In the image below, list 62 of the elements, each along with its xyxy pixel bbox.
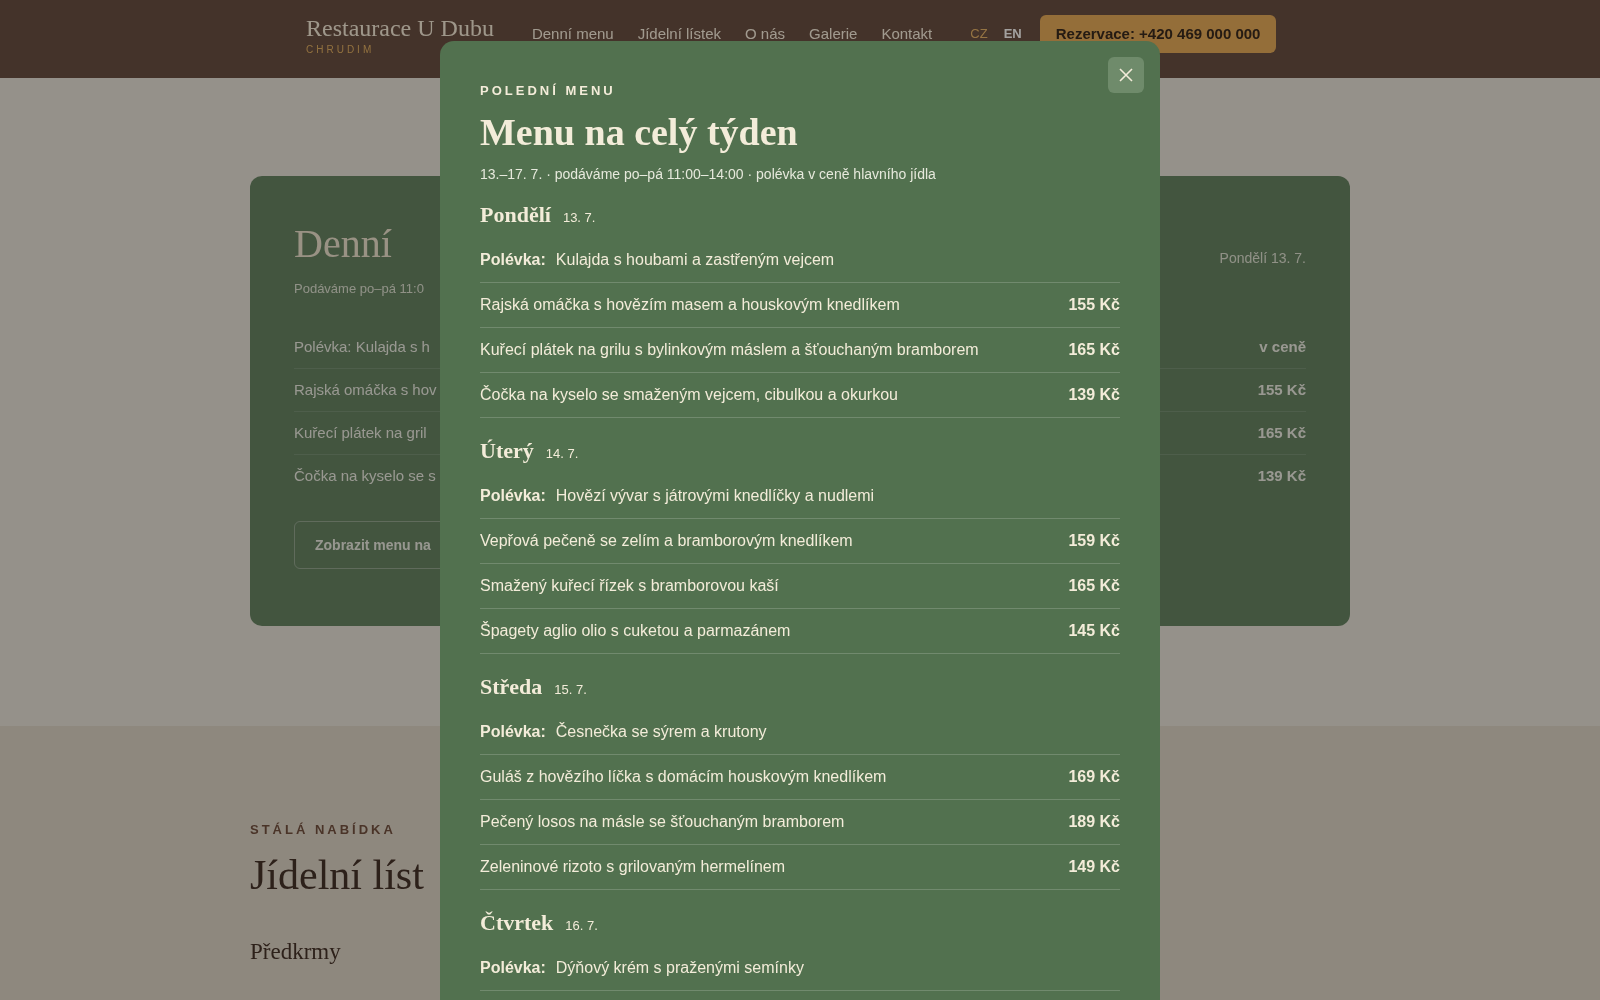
- dish-name: Pečený losos na másle se šťouchaným bramborem: [480, 813, 845, 831]
- soup-name: Hovězí vývar s játrovými knedlíčky a nudlemi: [555, 487, 875, 505]
- city-name: CHRUDIM: [306, 44, 376, 55]
- dish-name: Čočka na kyselo se s: [294, 467, 436, 484]
- soup-label: Polévka:: [480, 723, 546, 741]
- soup-name: Kulajda s houbami a zastřeným vejcem: [555, 251, 835, 269]
- close-button[interactable]: [1108, 57, 1144, 93]
- dish-name: Vepřová pečeně se zelím a bramborovým knedlíkem: [480, 532, 853, 550]
- dish-price: v ceně: [1259, 338, 1306, 355]
- dish-price: 149 Kč: [1068, 858, 1120, 876]
- dish-name: Rajská omáčka s hov: [294, 381, 437, 398]
- nav-link[interactable]: Kontakt: [881, 27, 933, 41]
- dish-price: 145 Kč: [1068, 622, 1120, 640]
- soup-label: Polévka:: [480, 487, 546, 505]
- dish-name: Kuřecí plátek na grilu s bylinkovým máslem a šťouchaným bramborem: [480, 341, 979, 359]
- soup-name: Dýňový krém s praženými semínky: [555, 959, 804, 977]
- language-switch[interactable]: EN: [1003, 27, 1022, 41]
- dish-name: Smažený kuřecí řízek s bramborovou kaší: [480, 577, 779, 595]
- day-name: Pondělí: [480, 202, 551, 228]
- nav-link[interactable]: O nás: [745, 27, 786, 41]
- dish-name: Čočka na kyselo se smaženým vejcem, cibulkou a okurkou: [480, 386, 898, 404]
- menu-date: Pondělí 13. 7.: [1219, 250, 1306, 268]
- day-name: Středa: [480, 674, 543, 700]
- serving-hours: Podáváme po–pá 11:0: [294, 281, 424, 296]
- modal-title: Menu na celý týden: [480, 110, 799, 154]
- soup-label: Polévka:: [480, 251, 546, 269]
- soup-label: Polévka:: [480, 959, 546, 977]
- language-switch[interactable]: CZ: [970, 27, 988, 41]
- card-title: Denní: [294, 220, 393, 267]
- nav-link[interactable]: Denní menu: [531, 27, 614, 41]
- dish-name: Zeleninové rizoto s grilovaným hermelínem: [480, 858, 785, 876]
- soup-name: Česnečka se sýrem a krutony: [555, 723, 767, 741]
- day-date: 13. 7.: [562, 210, 596, 225]
- dish-price: 155 Kč: [1068, 296, 1120, 314]
- dish-price: 189 Kč: [1068, 813, 1120, 831]
- dish-price: 139 Kč: [1068, 386, 1120, 404]
- section-title: Jídelní líst: [250, 851, 424, 899]
- dish-price: 139 Kč: [1257, 467, 1306, 484]
- close-icon: [1119, 68, 1133, 82]
- day-date: 15. 7.: [554, 682, 587, 697]
- dish-name: Špagety aglio olio s cuketou a parmazánem: [480, 622, 791, 640]
- dish-price: 165 Kč: [1257, 424, 1306, 441]
- dish-name: Rajská omáčka s hovězím masem a houskovým knedlíkem: [480, 296, 900, 314]
- day-name: Úterý: [480, 438, 534, 464]
- restaurant-name: Restaurace U Dubu: [306, 15, 494, 41]
- dish-price: 155 Kč: [1257, 381, 1306, 398]
- nav-link[interactable]: Galerie: [809, 27, 858, 41]
- dish-price: 169 Kč: [1068, 768, 1120, 786]
- nav-link[interactable]: Jídelní lístek: [637, 27, 722, 41]
- dish-price: 165 Kč: [1068, 577, 1120, 595]
- dish-name: Polévka: Kulajda s h: [294, 338, 430, 355]
- day-date: 14. 7.: [545, 446, 579, 461]
- day-name: Čtvrtek: [480, 910, 554, 936]
- day-date: 16. 7.: [565, 918, 598, 933]
- dish-price: 165 Kč: [1068, 341, 1120, 359]
- dish-name: Guláš z hovězího líčka s domácím houskovým knedlíkem: [480, 768, 887, 786]
- dish-price: 159 Kč: [1068, 532, 1120, 550]
- category-heading: Předkrmy: [250, 939, 341, 965]
- dish-name: Kuřecí plátek na gril: [294, 424, 427, 441]
- section-label: STÁLÁ NABÍDKA: [250, 822, 396, 837]
- modal-label: POLEDNÍ MENU: [480, 83, 617, 98]
- modal-subtitle: 13.–17. 7. · podáváme po–pá 11:00–14:00 · polévka v ceně hlavního jídla: [480, 166, 937, 182]
